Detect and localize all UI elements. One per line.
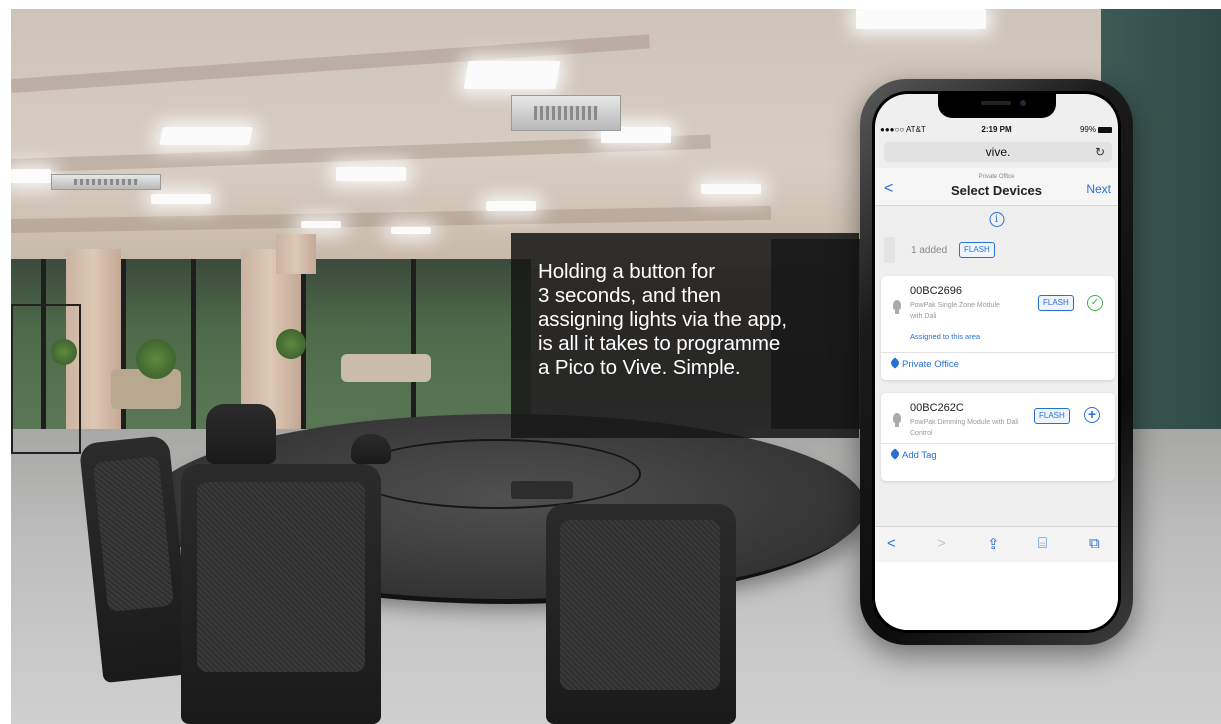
window-mullion	[191, 259, 196, 434]
ceiling-light	[151, 194, 211, 204]
caption-line: is all it takes to programme	[538, 332, 781, 355]
phone-bezel: ●●●○○ AT&T 2:19 PM 99% vive. ↻ < Private…	[872, 91, 1121, 633]
device-description: PowPak Single Zone Module with Dali	[910, 302, 1000, 320]
flash-all-button[interactable]: FLASH	[959, 242, 995, 258]
tag-row[interactable]: Private Office	[881, 352, 1115, 376]
caption-line: a Pico to Vive. Simple.	[538, 356, 741, 379]
phone-screen: ●●●○○ AT&T 2:19 PM 99% vive. ↻ < Private…	[875, 94, 1118, 630]
speaker-grille	[980, 101, 1011, 105]
tag-label: Private Office	[902, 359, 959, 370]
wall-pillar	[276, 234, 316, 274]
ceiling-light	[301, 221, 341, 228]
chair-mesh	[197, 482, 365, 672]
plant	[276, 329, 306, 359]
air-conditioner-unit	[511, 95, 621, 131]
ceiling-light	[486, 201, 536, 211]
info-icon[interactable]: i	[989, 212, 1004, 227]
clock-label: 2:19 PM	[981, 125, 1012, 134]
window-mullion	[411, 259, 416, 434]
nav-subtitle: Private Office	[978, 174, 1015, 180]
check-circle-icon[interactable]: ✓	[1087, 295, 1103, 311]
page-title: Select Devices	[950, 183, 1043, 198]
status-bar: ●●●○○ AT&T 2:19 PM 99%	[875, 125, 1118, 139]
plus-circle-icon[interactable]: +	[1084, 407, 1100, 423]
added-count: 1 added	[911, 245, 948, 256]
bookmarks-icon[interactable]: ⌸	[1038, 535, 1047, 552]
chair-mesh	[560, 520, 720, 690]
tabs-icon[interactable]: ⧉	[1089, 535, 1100, 552]
battery-indicator: 99%	[1080, 125, 1112, 134]
smartphone-mockup: ●●●○○ AT&T 2:19 PM 99% vive. ↻ < Private…	[860, 79, 1133, 645]
device-id: 00BC262C	[910, 402, 964, 414]
device-id: 00BC2696	[910, 285, 962, 297]
front-camera-icon	[1019, 100, 1026, 106]
sofa	[341, 354, 431, 382]
ceiling-light	[463, 61, 561, 89]
tag-icon	[889, 448, 901, 460]
ceiling-light	[856, 9, 986, 29]
ceiling-light	[11, 169, 51, 183]
office-chair	[546, 504, 736, 724]
chair-mesh	[92, 456, 175, 613]
tag-label: Add Tag	[902, 450, 937, 461]
office-chair	[181, 464, 381, 724]
next-button[interactable]: Next	[1086, 182, 1111, 196]
flash-button[interactable]: FLASH	[1038, 295, 1074, 311]
app-navigation-bar: < Private Office Select Devices Next	[875, 168, 1118, 206]
ceiling-light	[391, 227, 431, 234]
carrier-label: ●●●○○ AT&T	[880, 125, 926, 134]
url-text: vive.	[985, 145, 1011, 159]
added-summary-row: 1 added FLASH	[884, 235, 1112, 265]
bulb-icon	[893, 413, 901, 427]
phone-notch	[937, 94, 1056, 118]
flash-button[interactable]: FLASH	[1034, 408, 1070, 424]
address-bar[interactable]: vive. ↻	[884, 142, 1112, 162]
office-chair	[206, 404, 276, 464]
forward-icon[interactable]: >	[937, 535, 946, 552]
reload-icon[interactable]: ↻	[1095, 142, 1105, 162]
battery-percent: 99%	[1079, 125, 1096, 134]
browser-toolbar: < > ⇪ ⌸ ⧉	[875, 526, 1118, 562]
assigned-status: Assigned to this area	[910, 332, 981, 341]
shelving-unit	[11, 304, 81, 454]
ceiling-light	[159, 127, 253, 145]
home-indicator-area	[875, 562, 1118, 630]
ceiling-light	[701, 184, 761, 194]
caption-box: Holding a button for 3 seconds, and then…	[511, 233, 859, 438]
caption-line: assigning lights via the app,	[538, 308, 787, 331]
battery-icon	[1098, 126, 1112, 133]
table-power-box	[351, 434, 391, 464]
bulb-icon	[893, 300, 901, 314]
share-icon[interactable]: ⇪	[987, 535, 1000, 553]
device-card[interactable]: 00BC2696 PowPak Single Zone Module with …	[881, 276, 1115, 380]
device-card[interactable]: 00BC262C PowPak Dimming Module with Dali…	[881, 393, 1115, 481]
tag-icon	[889, 357, 901, 369]
caption-line: 3 seconds, and then	[538, 284, 721, 307]
table-power-box	[511, 481, 573, 499]
caption-line: Holding a button for	[538, 260, 715, 283]
air-conditioner-unit	[51, 174, 161, 190]
device-description: PowPak Dimming Module with Dali Control	[910, 419, 1019, 437]
tag-row[interactable]: Add Tag	[881, 443, 1115, 467]
ceiling-light	[336, 167, 406, 181]
plant	[136, 339, 176, 379]
pico-remote-icon	[884, 237, 895, 263]
back-icon[interactable]: <	[887, 535, 896, 552]
table-ring	[351, 439, 641, 509]
